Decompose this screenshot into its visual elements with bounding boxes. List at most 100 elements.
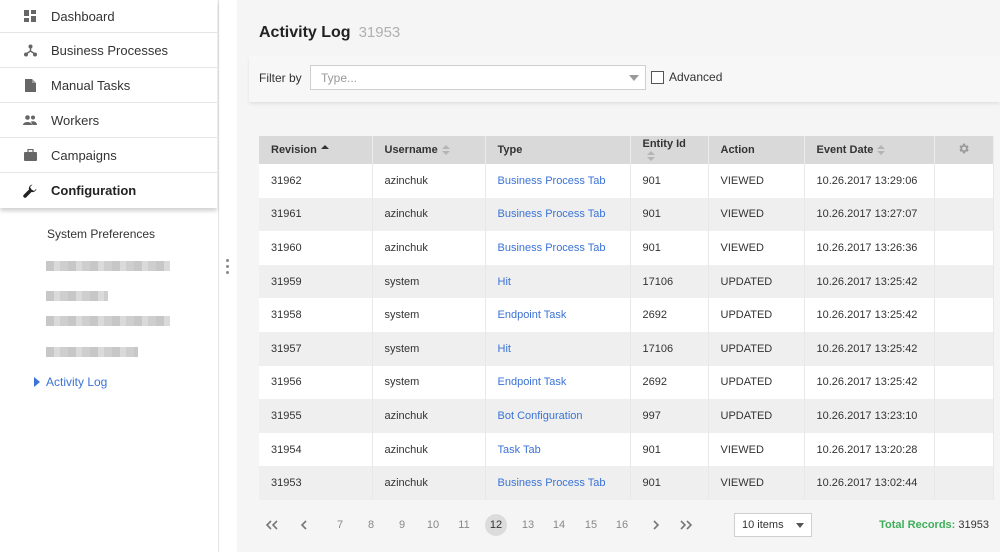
column-header-label: Event Date bbox=[816, 144, 874, 156]
column-header-username[interactable]: Username bbox=[372, 136, 486, 164]
sidebar-item-label: Manual Tasks bbox=[51, 77, 131, 93]
page-size-select[interactable]: 10 items bbox=[734, 513, 812, 537]
prev-page-button[interactable] bbox=[297, 512, 311, 538]
page-7[interactable]: 7 bbox=[329, 512, 351, 538]
subnav-item-activity-log[interactable]: Activity Log bbox=[34, 375, 107, 389]
cell-empty bbox=[934, 365, 994, 400]
subnav-item-system-preferences[interactable]: System Preferences bbox=[47, 227, 155, 241]
page-12-current[interactable]: 12 bbox=[485, 514, 507, 536]
cell-type-link[interactable]: Business Process Tab bbox=[485, 164, 631, 198]
blurred-subnav-item[interactable] bbox=[46, 347, 138, 357]
last-page-button[interactable] bbox=[677, 512, 695, 538]
cell-type-link[interactable]: Bot Configuration bbox=[485, 399, 631, 433]
cell-type-link[interactable]: Business Process Tab bbox=[485, 231, 631, 265]
cell-type-link[interactable]: Business Process Tab bbox=[485, 466, 631, 500]
column-header-entity-id[interactable]: Entity Id bbox=[630, 136, 709, 164]
wrench-icon bbox=[23, 184, 37, 198]
page-15[interactable]: 15 bbox=[580, 512, 602, 538]
cell-entity-id: 901 bbox=[630, 197, 709, 232]
dot-icon bbox=[226, 259, 229, 262]
cell-action: VIEWED bbox=[708, 432, 805, 467]
cell-revision: 31961 bbox=[259, 197, 373, 232]
double-chevron-left-icon bbox=[265, 520, 278, 530]
blurred-subnav-item[interactable] bbox=[46, 261, 170, 271]
sidebar: Dashboard Business Processes Manual Task… bbox=[0, 0, 219, 552]
column-header-label: Type bbox=[497, 144, 523, 156]
activity-table: Revision Username Type Entity Id Action … bbox=[259, 136, 994, 500]
filter-panel: Filter by Type... Advanced bbox=[249, 56, 1000, 102]
blurred-subnav-item[interactable] bbox=[46, 291, 108, 301]
cell-revision: 31959 bbox=[259, 264, 373, 299]
cell-revision: 31957 bbox=[259, 331, 373, 366]
cell-entity-id: 997 bbox=[630, 399, 709, 433]
column-header-type: Type bbox=[485, 136, 631, 164]
page-10[interactable]: 10 bbox=[422, 512, 444, 538]
page-14[interactable]: 14 bbox=[548, 512, 570, 538]
page-11[interactable]: 11 bbox=[453, 512, 475, 538]
column-header-revision[interactable]: Revision bbox=[259, 136, 373, 164]
dot-icon bbox=[226, 265, 229, 268]
double-chevron-right-icon bbox=[680, 520, 693, 530]
page-9[interactable]: 9 bbox=[391, 512, 413, 538]
advanced-toggle[interactable]: Advanced bbox=[651, 70, 722, 84]
table-row[interactable]: 31962 azinchuk Business Process Tab 901 … bbox=[259, 164, 994, 198]
cell-event-date: 10.26.2017 13:27:07 bbox=[804, 197, 935, 232]
cell-type-link[interactable]: Hit bbox=[485, 331, 631, 366]
advanced-label: Advanced bbox=[669, 70, 723, 84]
table-row[interactable]: 31955 azinchuk Bot Configuration 997 UPD… bbox=[259, 399, 994, 433]
page-13[interactable]: 13 bbox=[517, 512, 539, 538]
next-page-button[interactable] bbox=[649, 512, 663, 538]
table-row[interactable]: 31959 system Hit 17106 UPDATED 10.26.201… bbox=[259, 264, 994, 299]
cell-empty bbox=[934, 264, 994, 299]
table-row[interactable]: 31956 system Endpoint Task 2692 UPDATED … bbox=[259, 365, 994, 400]
cell-empty bbox=[934, 298, 994, 332]
column-header-event-date[interactable]: Event Date bbox=[804, 136, 935, 164]
cell-entity-id: 901 bbox=[630, 432, 709, 467]
cell-entity-id: 17106 bbox=[630, 331, 709, 366]
page-16[interactable]: 16 bbox=[611, 512, 633, 538]
table-row[interactable]: 31953 azinchuk Business Process Tab 901 … bbox=[259, 466, 994, 500]
caret-right-icon bbox=[34, 377, 40, 387]
table-row[interactable]: 31954 azinchuk Task Tab 901 VIEWED 10.26… bbox=[259, 432, 994, 467]
sidebar-item-configuration[interactable]: Configuration bbox=[0, 173, 217, 208]
cell-event-date: 10.26.2017 13:25:42 bbox=[804, 331, 935, 366]
cell-username: system bbox=[372, 298, 486, 332]
sidebar-item-dashboard[interactable]: Dashboard bbox=[0, 0, 217, 33]
table-header-row: Revision Username Type Entity Id Action … bbox=[259, 136, 994, 164]
table-row[interactable]: 31960 azinchuk Business Process Tab 901 … bbox=[259, 231, 994, 265]
sidebar-resize-handle[interactable] bbox=[226, 259, 230, 277]
cell-type-link[interactable]: Hit bbox=[485, 264, 631, 299]
cell-type-link[interactable]: Endpoint Task bbox=[485, 365, 631, 400]
page-title: Activity Log bbox=[259, 24, 351, 41]
cell-username: azinchuk bbox=[372, 432, 486, 467]
cell-revision: 31962 bbox=[259, 164, 373, 198]
column-settings-button[interactable] bbox=[934, 136, 994, 164]
sidebar-item-workers[interactable]: Workers bbox=[0, 103, 217, 138]
page-8[interactable]: 8 bbox=[360, 512, 382, 538]
cell-revision: 31954 bbox=[259, 432, 373, 467]
pagination: 7 8 9 10 11 12 13 14 15 16 10 items Tota… bbox=[259, 512, 993, 538]
sidebar-item-business-processes[interactable]: Business Processes bbox=[0, 33, 217, 68]
cell-event-date: 10.26.2017 13:29:06 bbox=[804, 164, 935, 198]
cell-type-link[interactable]: Business Process Tab bbox=[485, 197, 631, 232]
sidebar-item-manual-tasks[interactable]: Manual Tasks bbox=[0, 68, 217, 103]
sort-icon bbox=[441, 145, 450, 156]
table-row[interactable]: 31957 system Hit 17106 UPDATED 10.26.201… bbox=[259, 331, 994, 366]
total-records-value: 31953 bbox=[958, 519, 989, 531]
table-row[interactable]: 31961 azinchuk Business Process Tab 901 … bbox=[259, 197, 994, 232]
chevron-down-icon bbox=[629, 75, 639, 81]
cell-type-link[interactable]: Task Tab bbox=[485, 432, 631, 467]
cell-type-link[interactable]: Endpoint Task bbox=[485, 298, 631, 332]
first-page-button[interactable] bbox=[263, 512, 281, 538]
main-content: Activity Log 31953 Filter by Type... Adv… bbox=[237, 0, 1000, 552]
total-records: Total Records: 31953 bbox=[879, 519, 989, 531]
sort-icon bbox=[877, 145, 886, 156]
cell-username: azinchuk bbox=[372, 231, 486, 265]
filter-type-select[interactable]: Type... bbox=[310, 65, 646, 90]
cell-username: system bbox=[372, 331, 486, 366]
cell-entity-id: 901 bbox=[630, 231, 709, 265]
blurred-subnav-item[interactable] bbox=[46, 316, 170, 326]
advanced-checkbox[interactable] bbox=[651, 70, 664, 84]
sidebar-item-campaigns[interactable]: Campaigns bbox=[0, 138, 217, 173]
table-row[interactable]: 31958 system Endpoint Task 2692 UPDATED … bbox=[259, 298, 994, 332]
